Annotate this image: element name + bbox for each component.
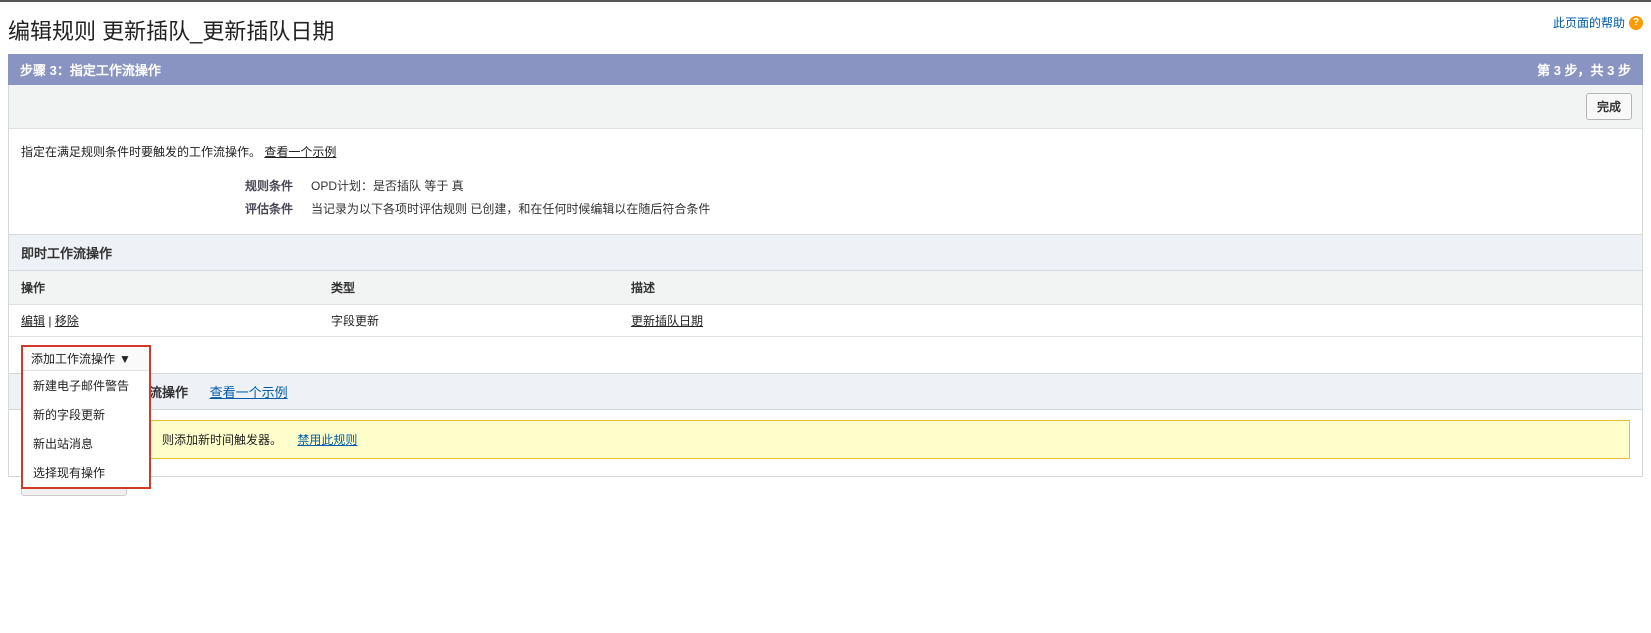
top-button-row: 完成 [9, 85, 1642, 129]
rule-condition-label: 规则条件 [21, 177, 311, 194]
table-row: 编辑 | 移除 字段更新 更新插队日期 [9, 305, 1642, 337]
view-example-link-2[interactable]: 查看一个示例 [210, 385, 288, 400]
page-title: 编辑规则 更新插队_更新插队日期 [8, 14, 334, 46]
delayed-title-suffix: 流操作 [149, 385, 188, 400]
add-action-label: 添加工作流操作 [31, 350, 115, 367]
step-title: 步骤 3：指定工作流操作 [20, 60, 161, 79]
col-desc: 描述 [619, 271, 1642, 305]
action-separator: | [45, 314, 55, 328]
menu-new-outbound-msg[interactable]: 新出站消息 [23, 429, 149, 458]
disable-rule-link[interactable]: 禁用此规则 [297, 433, 357, 447]
help-icon: ? [1629, 16, 1643, 30]
add-action-trigger[interactable]: 添加工作流操作 ▼ [23, 347, 149, 371]
eval-condition-label: 评估条件 [21, 200, 311, 217]
col-action: 操作 [9, 271, 319, 305]
description-text: 指定在满足规则条件时要触发的工作流操作。 [21, 145, 261, 159]
action-desc-link[interactable]: 更新插队日期 [631, 314, 703, 328]
col-type: 类型 [319, 271, 619, 305]
immediate-actions-header: 即时工作流操作 [9, 234, 1642, 271]
time-dependent-actions-header: 流操作 查看一个示例 [9, 373, 1642, 410]
chevron-down-icon: ▼ [119, 352, 131, 366]
help-text: 此页面的帮助 [1553, 14, 1625, 31]
add-workflow-action-dropdown[interactable]: 添加工作流操作 ▼ 新建电子邮件警告 新的字段更新 新出站消息 选择现有操作 [21, 345, 151, 465]
rule-active-warning: 则添加新时间触发器。 禁用此规则 [21, 420, 1630, 459]
page-help-link[interactable]: 此页面的帮助 ? [1553, 14, 1643, 31]
edit-action-link[interactable]: 编辑 [21, 314, 45, 328]
menu-new-field-update[interactable]: 新的字段更新 [23, 400, 149, 429]
warning-text-suffix: 则添加新时间触发器。 [162, 433, 282, 447]
step-progress: 第 3 步，共 3 步 [1537, 60, 1631, 79]
immediate-actions-title: 即时工作流操作 [21, 246, 112, 261]
view-example-link[interactable]: 查看一个示例 [264, 145, 336, 159]
eval-condition-value: 当记录为以下各项时评估规则 已创建，和在任何时候编辑以在随后符合条件 [311, 200, 710, 217]
action-type-cell: 字段更新 [319, 305, 619, 337]
description-row: 指定在满足规则条件时要触发的工作流操作。 查看一个示例 [9, 129, 1642, 174]
add-action-menu: 添加工作流操作 ▼ 新建电子邮件警告 新的字段更新 新出站消息 选择现有操作 [21, 345, 151, 489]
done-button[interactable]: 完成 [1586, 93, 1632, 120]
title-rule-name: 更新插队_更新插队日期 [102, 19, 334, 44]
conditions-block: 规则条件 OPD计划：是否插队 等于 真 评估条件 当记录为以下各项时评估规则 … [9, 174, 1642, 234]
actions-table: 操作 类型 描述 编辑 | 移除 字段更新 更新插队日期 [9, 271, 1642, 337]
rule-condition-value: OPD计划：是否插队 等于 真 [311, 177, 464, 194]
menu-select-existing[interactable]: 选择现有操作 [23, 458, 149, 487]
remove-action-link[interactable]: 移除 [55, 314, 79, 328]
step-bar: 步骤 3：指定工作流操作 第 3 步，共 3 步 [8, 54, 1643, 85]
menu-new-email-alert[interactable]: 新建电子邮件警告 [23, 371, 149, 400]
title-prefix: 编辑规则 [8, 19, 96, 44]
